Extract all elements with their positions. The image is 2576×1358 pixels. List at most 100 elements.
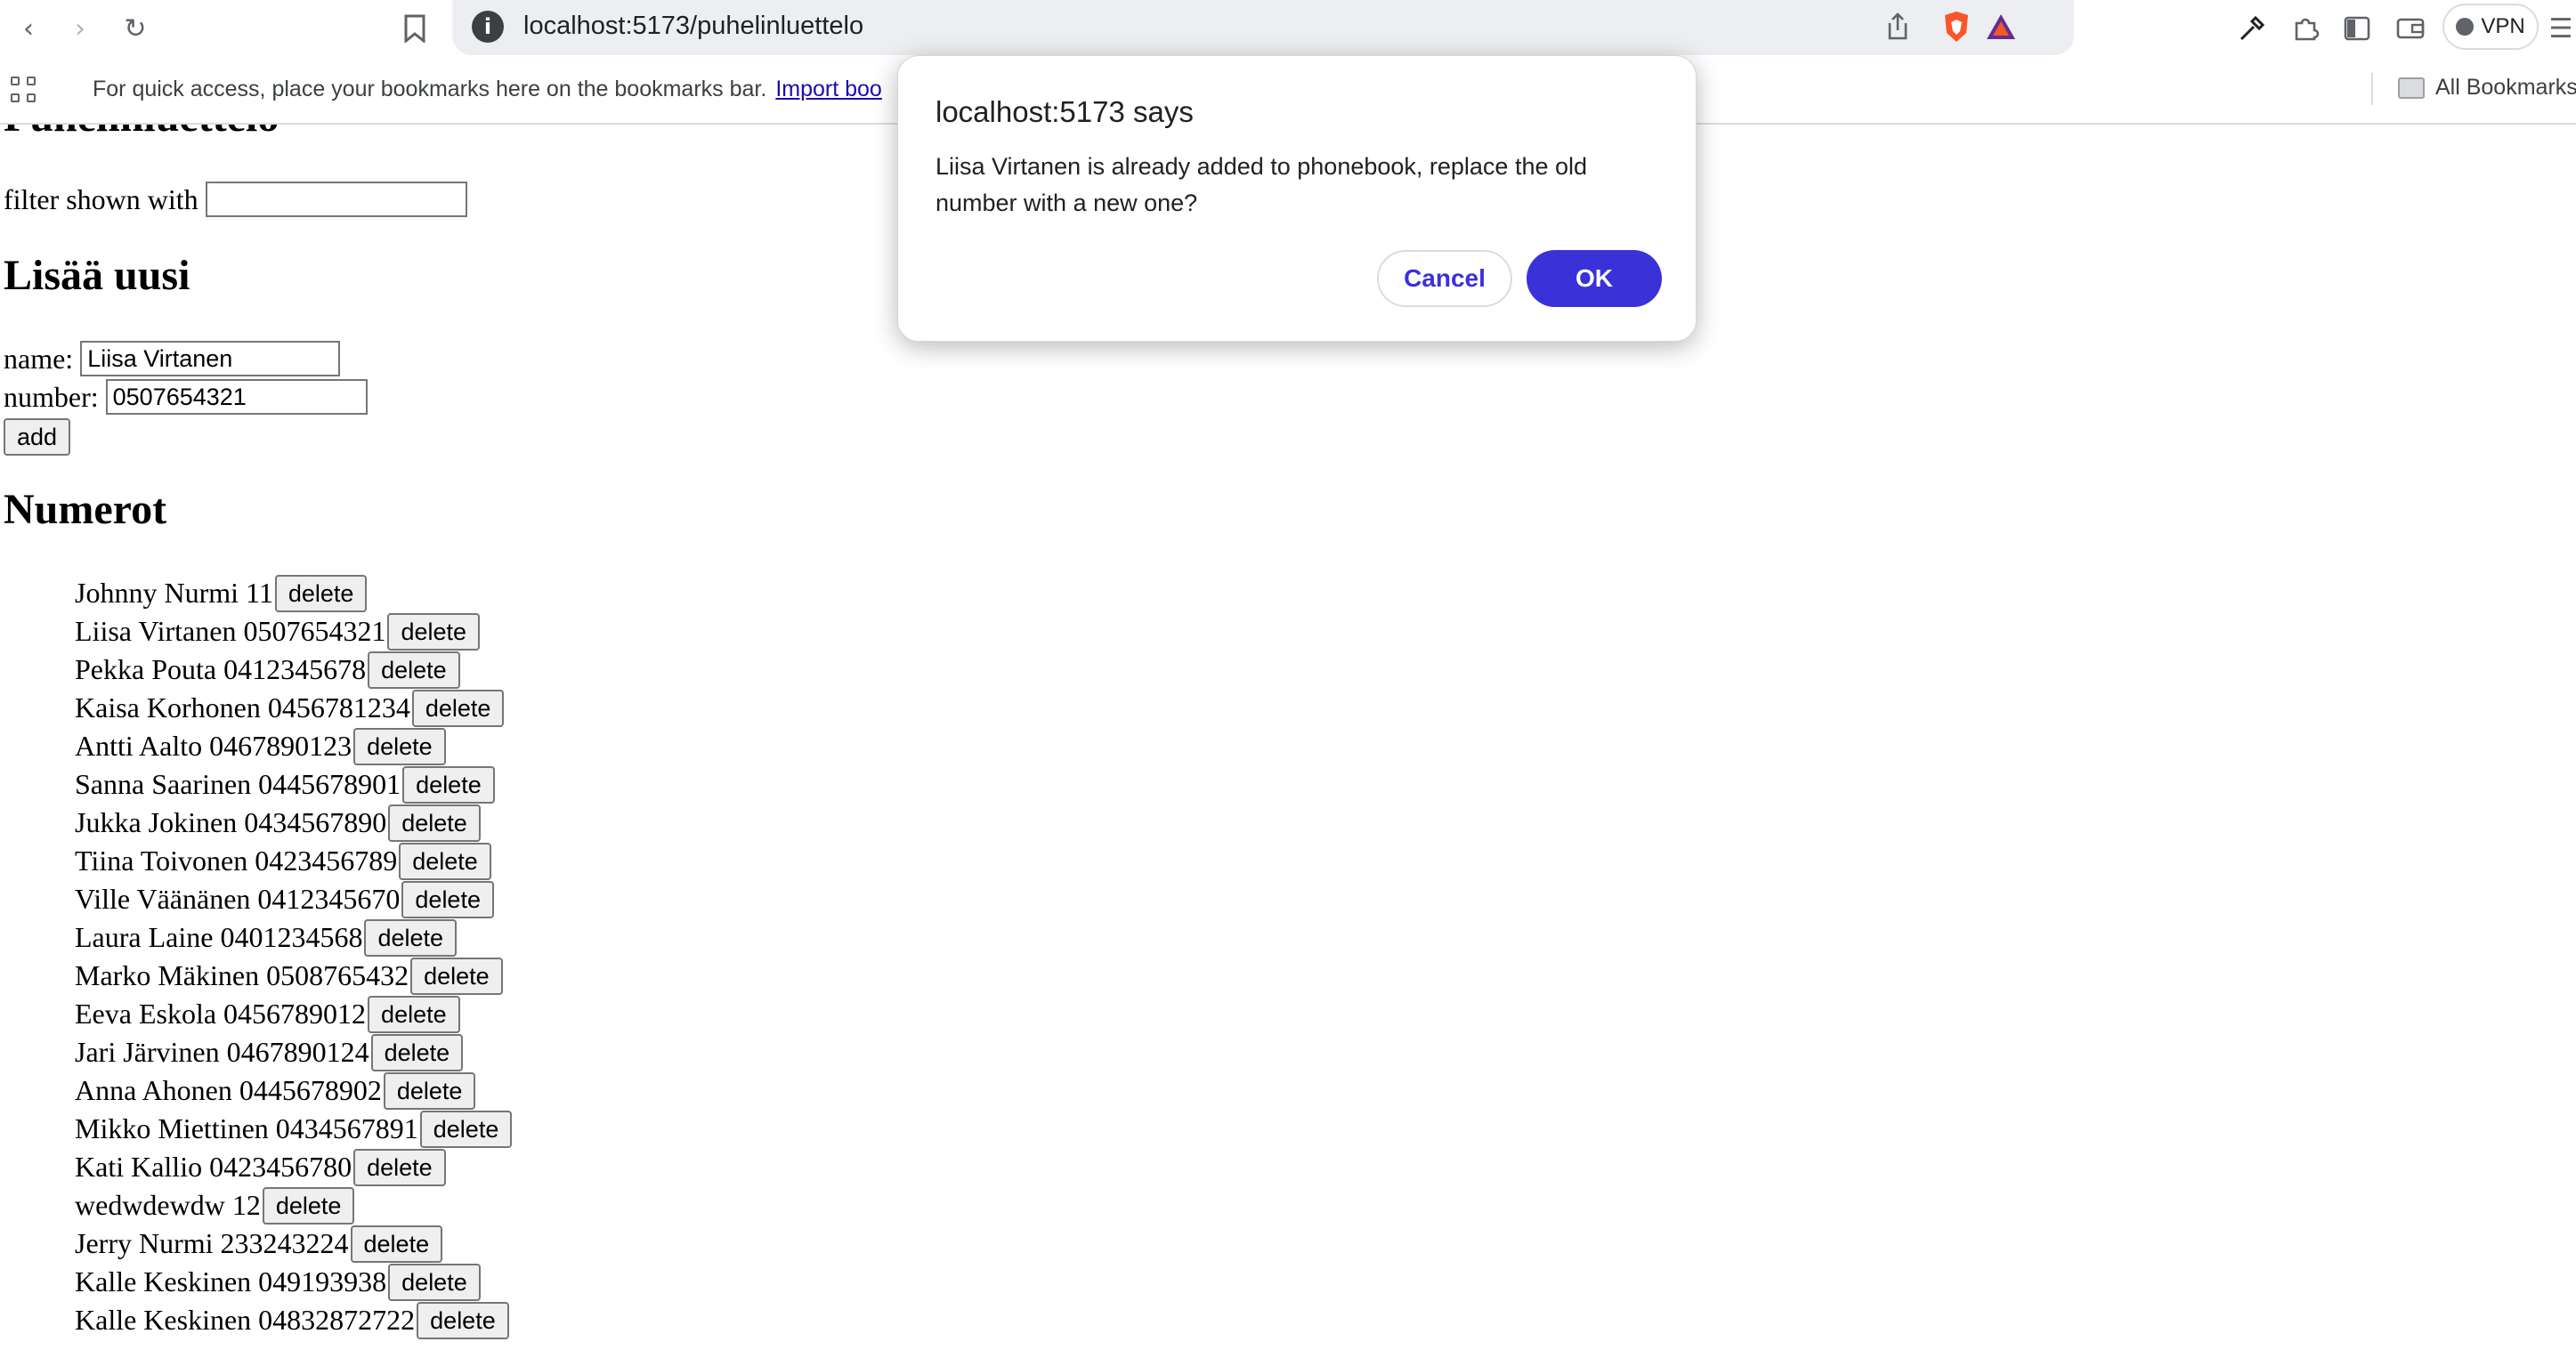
vpn-button[interactable]: VPN	[2442, 4, 2539, 50]
contact-text: Mikko Miettinen 0434567891	[75, 1112, 418, 1144]
back-icon[interactable]: ‹	[9, 9, 48, 48]
contact-text: Jerry Nurmi 233243224	[75, 1227, 349, 1259]
dialog-title: localhost:5173 says	[936, 95, 1194, 128]
contact-text: Kati Kallio 0423456780	[75, 1151, 352, 1183]
filter-label: filter shown with	[4, 182, 198, 215]
delete-button[interactable]: delete	[411, 689, 505, 727]
delete-button[interactable]: delete	[383, 1071, 476, 1110]
contact-list-item: Ville Väänänen 0412345670 delete	[75, 880, 512, 918]
bookmark-icon[interactable]	[395, 9, 434, 48]
contact-text: Sanna Saarinen 0445678901	[75, 768, 401, 800]
filter-row: filter shown with	[4, 182, 467, 217]
page-title: Puhelinluettelo	[4, 125, 279, 141]
contact-list: Johnny Nurmi 11 delete Liisa Virtanen 0507…	[75, 574, 513, 1339]
contact-list-item: Anna Ahonen 0445678902 delete	[75, 1071, 512, 1110]
reload-icon[interactable]: ↻	[116, 9, 155, 48]
numbers-heading: Numerot	[4, 486, 167, 533]
forward-icon[interactable]: ›	[61, 9, 100, 48]
delete-button[interactable]: delete	[353, 727, 446, 765]
filter-input[interactable]	[205, 182, 467, 217]
delete-button[interactable]: delete	[350, 1225, 443, 1263]
bookmarks-hint-text: For quick access, place your bookmarks h…	[93, 77, 767, 101]
contact-list-item: Antti Aalto 0467890123 delete	[75, 727, 512, 765]
delete-button[interactable]: delete	[417, 1301, 509, 1339]
contact-text: Antti Aalto 0467890123	[75, 730, 352, 762]
folder-icon	[2398, 77, 2425, 99]
delete-button[interactable]: delete	[388, 804, 481, 842]
browser-toolbar: ‹ › ↻ i localhost:5173/puhelinluettelo V…	[0, 0, 2576, 55]
number-row: number:	[4, 379, 368, 415]
contact-text: Laura Laine 0401234568	[75, 921, 363, 953]
delete-button[interactable]: delete	[401, 880, 494, 918]
cancel-button[interactable]: Cancel	[1377, 250, 1512, 307]
contact-list-item: Tiina Toivonen 0423456789 delete	[75, 842, 512, 880]
contact-list-item: Kalle Keskinen 049193938 delete	[75, 1263, 512, 1301]
contact-list-item: Kalle Keskinen 04832872722 delete	[75, 1301, 512, 1339]
contact-text: Kalle Keskinen 04832872722	[75, 1304, 416, 1336]
contact-text: Kalle Keskinen 049193938	[75, 1265, 387, 1297]
contact-text: Ville Väänänen 0412345670	[75, 883, 401, 915]
vpn-label: VPN	[2481, 14, 2525, 38]
number-input[interactable]	[105, 379, 368, 415]
name-input[interactable]	[80, 341, 341, 376]
bookmarks-hint: For quick access, place your bookmarks h…	[93, 77, 882, 102]
delete-button[interactable]: delete	[368, 995, 460, 1033]
contact-text: Tiina Toivonen 0423456789	[75, 845, 398, 877]
delete-button[interactable]: delete	[274, 574, 368, 612]
contact-list-item: Sanna Saarinen 0445678901 delete	[75, 765, 512, 804]
delete-button[interactable]: delete	[368, 651, 460, 689]
address-bar[interactable]: i localhost:5173/puhelinluettelo	[452, 0, 2074, 55]
name-row: name:	[4, 341, 341, 376]
delete-button[interactable]: delete	[402, 765, 495, 804]
delete-button[interactable]: delete	[399, 842, 491, 880]
add-button[interactable]: add	[4, 418, 71, 456]
wallet-icon[interactable]	[2391, 9, 2430, 48]
contact-text: Eeva Eskola 0456789012	[75, 998, 367, 1030]
contact-text: wedwdewdw 12	[75, 1189, 261, 1221]
contact-list-item: Jerry Nurmi 233243224 delete	[75, 1225, 512, 1263]
delete-button[interactable]: delete	[388, 1263, 481, 1301]
contact-list-item: Kati Kallio 0423456780 delete	[75, 1148, 512, 1186]
add-new-heading: Lisää uusi	[4, 252, 190, 299]
eyedropper-icon[interactable]	[2232, 9, 2272, 48]
contact-text: Johnny Nurmi 11	[75, 577, 273, 609]
contact-text: Liisa Virtanen 0507654321	[75, 615, 386, 647]
contact-text: Kaisa Korhonen 0456781234	[75, 691, 410, 723]
delete-button[interactable]: delete	[353, 1148, 446, 1186]
alert-dialog: localhost:5173 says Liisa Virtanen is al…	[897, 55, 1697, 342]
extensions-icon[interactable]	[2286, 9, 2325, 48]
delete-button[interactable]: delete	[419, 1110, 513, 1148]
menu-icon[interactable]: ☰	[2546, 9, 2576, 48]
all-bookmarks-button[interactable]: All Bookmarks	[2398, 75, 2576, 101]
delete-button[interactable]: delete	[262, 1186, 355, 1225]
delete-button[interactable]: delete	[370, 1033, 464, 1071]
url-text[interactable]: localhost:5173/puhelinluettelo	[523, 12, 863, 41]
contact-text: Pekka Pouta 0412345678	[75, 653, 367, 685]
delete-button[interactable]: delete	[387, 612, 481, 651]
brave-shields-icon[interactable]	[1939, 9, 1974, 44]
ok-button[interactable]: OK	[1527, 250, 1662, 307]
contact-list-item: Kaisa Korhonen 0456781234 delete	[75, 689, 512, 727]
contact-text: Anna Ahonen 0445678902	[75, 1074, 382, 1106]
site-info-icon[interactable]: i	[472, 11, 504, 43]
import-bookmarks-link[interactable]: Import boo	[775, 77, 882, 101]
delete-button[interactable]: delete	[364, 918, 458, 957]
contact-list-item: Pekka Pouta 0412345678 delete	[75, 651, 512, 689]
share-icon[interactable]	[1880, 9, 1916, 44]
delete-button[interactable]: delete	[410, 957, 503, 995]
contact-list-item: Mikko Miettinen 0434567891 delete	[75, 1110, 513, 1148]
contact-list-item: Eeva Eskola 0456789012 delete	[75, 995, 512, 1033]
contact-text: Jukka Jokinen 0434567890	[75, 806, 387, 838]
contact-list-item: Johnny Nurmi 11 delete	[75, 574, 512, 612]
bookmarks-divider	[2371, 73, 2373, 105]
apps-grid-icon[interactable]	[11, 77, 39, 105]
all-bookmarks-label: All Bookmarks	[2435, 75, 2576, 100]
contact-list-item: Laura Laine 0401234568 delete	[75, 918, 512, 957]
contact-list-item: Liisa Virtanen 0507654321 delete	[75, 612, 512, 651]
sidebar-icon[interactable]	[2337, 9, 2377, 48]
number-label: number:	[4, 380, 99, 413]
contact-text: Marko Mäkinen 0508765432	[75, 959, 409, 991]
brave-rewards-icon[interactable]	[1983, 9, 2019, 44]
vpn-status-icon	[2456, 18, 2475, 36]
contact-text: Jari Järvinen 0467890124	[75, 1036, 369, 1068]
